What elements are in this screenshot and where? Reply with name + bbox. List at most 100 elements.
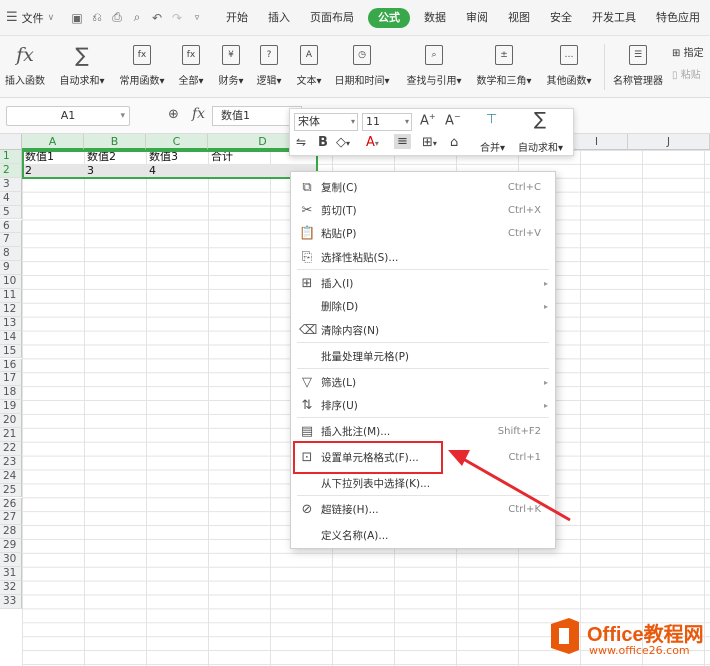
date-time-button[interactable]: ◷ 日期和时间▾ bbox=[331, 42, 393, 87]
logical-button[interactable]: ? 逻辑▾ bbox=[252, 42, 286, 87]
row-header-31[interactable]: 31 bbox=[0, 567, 22, 581]
row-header-7[interactable]: 7 bbox=[0, 233, 22, 248]
font-size-select[interactable]: 11 ▾ bbox=[362, 113, 412, 131]
tab-features[interactable]: 特色应用 bbox=[646, 8, 710, 28]
tab-insert[interactable]: 插入 bbox=[258, 8, 300, 28]
fill-color-icon[interactable]: ◇▾ bbox=[336, 135, 350, 150]
print-preview-icon[interactable]: ⌕ bbox=[130, 10, 144, 25]
row-header-26[interactable]: 26 bbox=[0, 497, 22, 512]
sync-icon[interactable]: ⎌ bbox=[90, 10, 104, 25]
row-header-22[interactable]: 22 bbox=[0, 441, 22, 456]
tab-developer[interactable]: 开发工具 bbox=[582, 8, 646, 28]
redo-icon[interactable]: ↷ bbox=[170, 11, 184, 25]
row-header-27[interactable]: 27 bbox=[0, 511, 22, 526]
common-functions-button[interactable]: fx 常用函数▾ bbox=[116, 42, 168, 87]
context-menu-item-5[interactable]: ⊞ 插入(I) ▸ bbox=[291, 272, 555, 296]
insert-function-button[interactable]: fx 插入函数 bbox=[4, 42, 46, 87]
select-all-corner[interactable] bbox=[0, 134, 22, 150]
bold-icon[interactable]: B bbox=[318, 135, 328, 150]
math-trig-button[interactable]: ± 数学和三角▾ bbox=[472, 42, 536, 87]
row-header-18[interactable]: 18 bbox=[0, 386, 22, 401]
font-color-icon[interactable]: A▾ bbox=[366, 135, 379, 150]
column-header-a[interactable]: A bbox=[22, 134, 84, 150]
zoom-icon[interactable]: ⊕ bbox=[168, 107, 179, 122]
context-menu-item-9[interactable]: ▽ 筛选(L) ▸ bbox=[291, 371, 555, 395]
row-header-6[interactable]: 6 bbox=[0, 219, 22, 234]
context-menu-item-6[interactable]: 删除(D) ▸ bbox=[291, 295, 555, 319]
name-manager-button[interactable]: ☰ 名称管理器 bbox=[610, 42, 666, 87]
save-icon[interactable]: ▣ bbox=[70, 11, 84, 25]
row-header-33[interactable]: 33 bbox=[0, 594, 22, 609]
decrease-font-icon[interactable]: A− bbox=[445, 112, 461, 128]
tab-data[interactable]: 数据 bbox=[414, 8, 456, 28]
all-functions-button[interactable]: fx 全部▾ bbox=[174, 42, 208, 87]
borders-icon[interactable]: ⊞▾ bbox=[422, 135, 437, 150]
print-icon[interactable]: ⎙ bbox=[110, 10, 124, 25]
row-header-23[interactable]: 23 bbox=[0, 455, 22, 470]
row-header-9[interactable]: 9 bbox=[0, 261, 22, 276]
autosum-mini-button[interactable]: 自动求和▾ bbox=[518, 139, 563, 154]
row-header-5[interactable]: 5 bbox=[0, 205, 22, 220]
autosum-button[interactable]: ∑ 自动求和▾ bbox=[56, 42, 108, 87]
row-header-11[interactable]: 11 bbox=[0, 289, 22, 303]
row-header-19[interactable]: 19 bbox=[0, 400, 22, 415]
column-header-c[interactable]: C bbox=[146, 134, 208, 150]
column-header-j[interactable]: J bbox=[628, 134, 710, 150]
name-box[interactable]: A1 ▾ bbox=[6, 106, 130, 126]
row-header-8[interactable]: 8 bbox=[0, 247, 22, 262]
merge-button[interactable]: 合并▾ bbox=[480, 139, 505, 154]
merge-icon[interactable]: ⊤ bbox=[486, 112, 497, 127]
row-header-30[interactable]: 30 bbox=[0, 553, 22, 567]
row-header-4[interactable]: 4 bbox=[0, 191, 22, 206]
row-header-20[interactable]: 20 bbox=[0, 414, 22, 428]
row-header-2[interactable]: 2 bbox=[0, 163, 22, 178]
define-name-button[interactable]: ⊞ 指定 bbox=[672, 44, 704, 59]
context-menu-item-10[interactable]: ⇅ 排序(U) ▸ bbox=[291, 394, 555, 418]
column-header-i[interactable]: I bbox=[566, 134, 628, 150]
row-header-21[interactable]: 21 bbox=[0, 428, 22, 442]
tab-page-layout[interactable]: 页面布局 bbox=[300, 8, 364, 28]
row-header-13[interactable]: 13 bbox=[0, 316, 22, 331]
text-functions-button[interactable]: A 文本▾ bbox=[292, 42, 326, 87]
wrap-icon[interactable]: ⇋ bbox=[296, 135, 306, 149]
tab-security[interactable]: 安全 bbox=[540, 8, 582, 28]
row-header-14[interactable]: 14 bbox=[0, 330, 22, 345]
row-header-12[interactable]: 12 bbox=[0, 302, 22, 317]
format-painter-icon[interactable]: ⌂ bbox=[450, 135, 458, 150]
row-header-3[interactable]: 3 bbox=[0, 177, 22, 192]
column-header-b[interactable]: B bbox=[84, 134, 146, 150]
tab-view[interactable]: 视图 bbox=[498, 8, 540, 28]
sigma-icon[interactable]: ∑ bbox=[534, 109, 546, 130]
paste-name-button[interactable]: ▯ 粘贴 bbox=[672, 66, 701, 81]
row-header-17[interactable]: 17 bbox=[0, 372, 22, 387]
financial-button[interactable]: ¥ 财务▾ bbox=[214, 42, 248, 87]
context-menu-item-7[interactable]: ⌫ 清除内容(N) bbox=[291, 319, 555, 343]
customize-icon[interactable]: ▿ bbox=[190, 13, 204, 23]
row-header-24[interactable]: 24 bbox=[0, 469, 22, 484]
chevron-down-icon[interactable]: ▾ bbox=[120, 107, 125, 125]
context-menu-item-3[interactable]: 📋 粘贴(P) Ctrl+V bbox=[291, 222, 555, 246]
tab-review[interactable]: 审阅 bbox=[456, 8, 498, 28]
lookup-reference-button[interactable]: ⌕ 查找与引用▾ bbox=[401, 42, 467, 87]
context-menu-item-2[interactable]: ✂ 剪切(T) Ctrl+X bbox=[291, 199, 555, 223]
context-menu-item-1[interactable]: ⧉ 复制(C) Ctrl+C bbox=[291, 176, 555, 200]
file-menu[interactable]: ☰ 文件 ∨ bbox=[0, 10, 68, 26]
undo-icon[interactable]: ↶ bbox=[150, 11, 164, 25]
fx-icon[interactable]: fx bbox=[192, 106, 205, 122]
font-select[interactable]: 宋体 ▾ bbox=[294, 113, 358, 131]
row-header-1[interactable]: 1 bbox=[0, 150, 22, 164]
context-menu-item-8[interactable]: 批量处理单元格(P) bbox=[291, 345, 555, 369]
row-header-32[interactable]: 32 bbox=[0, 580, 22, 595]
context-menu-item-4[interactable]: ⎘ 选择性粘贴(S)... bbox=[291, 246, 555, 270]
other-functions-button[interactable]: … 其他函数▾ bbox=[541, 42, 597, 87]
align-center-icon[interactable]: ≡ bbox=[394, 134, 411, 149]
row-header-16[interactable]: 16 bbox=[0, 358, 22, 373]
tab-formulas[interactable]: 公式 bbox=[368, 7, 410, 28]
row-header-29[interactable]: 29 bbox=[0, 539, 22, 554]
row-header-25[interactable]: 25 bbox=[0, 483, 22, 498]
row-header-28[interactable]: 28 bbox=[0, 525, 22, 540]
row-header-15[interactable]: 15 bbox=[0, 344, 22, 359]
increase-font-icon[interactable]: A+ bbox=[420, 112, 436, 128]
row-header-10[interactable]: 10 bbox=[0, 275, 22, 289]
tab-home[interactable]: 开始 bbox=[216, 8, 258, 28]
